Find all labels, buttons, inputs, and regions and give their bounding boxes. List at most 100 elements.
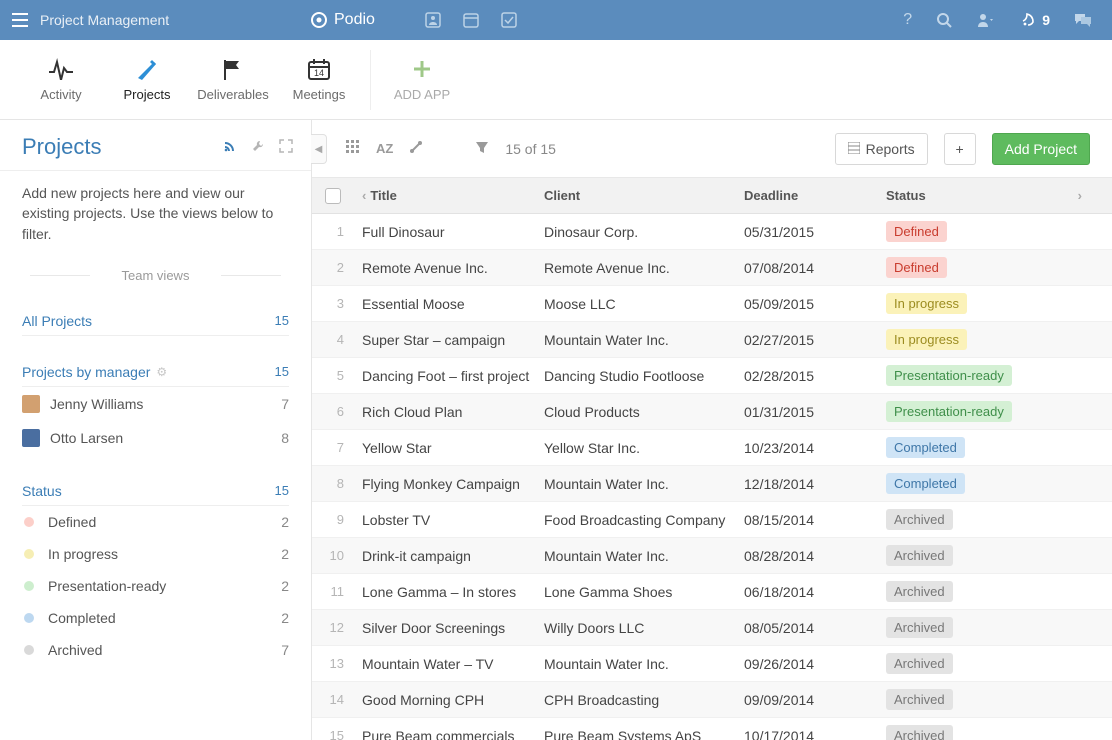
row-deadline: 07/08/2014 [744,260,886,276]
row-status: Archived [886,653,1112,674]
add-project-button[interactable]: Add Project [992,133,1090,165]
view-status[interactable]: Status 15 [22,473,289,506]
status-badge: In progress [886,329,967,350]
row-deadline: 12/18/2014 [744,476,886,492]
workspace-title[interactable]: Project Management [40,12,169,28]
user-menu-icon[interactable] [976,12,996,28]
manager-row[interactable]: Jenny Williams7 [22,387,289,421]
row-number: 10 [312,548,354,563]
table-row[interactable]: 7 Yellow Star Yellow Star Inc. 10/23/201… [312,430,1112,466]
row-number: 13 [312,656,354,671]
tools-icon[interactable] [409,140,423,157]
row-title: Rich Cloud Plan [354,404,544,420]
menu-icon[interactable] [0,13,40,27]
col-client[interactable]: Client [544,188,744,203]
row-status: Archived [886,689,1112,710]
sort-az[interactable]: AZ [376,141,393,156]
toolbar: AZ 15 of 15 Reports + Add Project [312,120,1112,178]
row-client: Yellow Star Inc. [544,440,744,456]
nav-add-app[interactable]: ADD APP [379,47,465,112]
help-icon[interactable]: ? [903,11,912,29]
status-row[interactable]: Presentation-ready2 [22,570,289,602]
status-row[interactable]: Completed2 [22,602,289,634]
nav-deliverables[interactable]: Deliverables [190,47,276,112]
row-deadline: 06/18/2014 [744,584,886,600]
sidebar-description: Add new projects here and view our exist… [0,170,311,258]
row-number: 14 [312,692,354,707]
notifications[interactable]: 9 [1020,12,1050,28]
status-name: Defined [48,514,281,530]
wrench-icon[interactable] [251,139,265,156]
deliverables-icon [222,57,244,81]
row-deadline: 09/09/2014 [744,692,886,708]
tasks-icon[interactable] [501,12,517,28]
view-label: Projects by manager [22,364,150,380]
status-dot [24,645,34,655]
select-all-checkbox[interactable] [325,188,341,204]
collapse-sidebar-icon[interactable]: ◀ [311,134,327,164]
chat-icon[interactable] [1074,12,1092,28]
view-count: 15 [275,313,289,328]
row-title: Flying Monkey Campaign [354,476,544,492]
table-row[interactable]: 6 Rich Cloud Plan Cloud Products 01/31/2… [312,394,1112,430]
expand-icon[interactable] [279,139,293,156]
col-title[interactable]: ‹ Title [354,188,544,203]
row-number: 11 [312,584,354,599]
table-row[interactable]: 5 Dancing Foot – first project Dancing S… [312,358,1112,394]
table-row[interactable]: 1 Full Dinosaur Dinosaur Corp. 05/31/201… [312,214,1112,250]
view-label: Status [22,483,62,499]
reports-button[interactable]: Reports [835,133,928,165]
row-client: Mountain Water Inc. [544,476,744,492]
add-widget-button[interactable]: + [944,133,976,165]
layout-icon[interactable] [346,140,360,157]
table-row[interactable]: 10 Drink-it campaign Mountain Water Inc.… [312,538,1112,574]
status-name: Archived [48,642,281,658]
row-number: 4 [312,332,354,347]
row-client: Dancing Studio Footloose [544,368,744,384]
table-row[interactable]: 9 Lobster TV Food Broadcasting Company 0… [312,502,1112,538]
status-count: 2 [281,578,289,594]
contacts-icon[interactable] [425,12,441,28]
table-row[interactable]: 15 Pure Beam commercials Pure Beam Syste… [312,718,1112,740]
row-client: Mountain Water Inc. [544,548,744,564]
status-name: Completed [48,610,281,626]
table-row[interactable]: 14 Good Morning CPH CPH Broadcasting 09/… [312,682,1112,718]
view-all-projects[interactable]: All Projects 15 [22,303,289,336]
table-row[interactable]: 2 Remote Avenue Inc. Remote Avenue Inc. … [312,250,1112,286]
status-dot [24,613,34,623]
search-icon[interactable] [936,12,952,28]
podio-logo[interactable]: Podio [310,11,375,29]
col-deadline[interactable]: Deadline [744,188,886,203]
status-badge: Archived [886,725,953,740]
table-row[interactable]: 12 Silver Door Screenings Willy Doors LL… [312,610,1112,646]
row-number: 8 [312,476,354,491]
status-count: 2 [281,514,289,530]
nav-meetings[interactable]: 14 Meetings [276,47,362,112]
table-row[interactable]: 13 Mountain Water – TV Mountain Water In… [312,646,1112,682]
manager-row[interactable]: Otto Larsen8 [22,421,289,455]
table-row[interactable]: 11 Lone Gamma – In stores Lone Gamma Sho… [312,574,1112,610]
table-row[interactable]: 3 Essential Moose Moose LLC 05/09/2015 I… [312,286,1112,322]
status-dot [24,581,34,591]
row-title: Full Dinosaur [354,224,544,240]
row-number: 1 [312,224,354,239]
calendar-icon[interactable] [463,12,479,28]
view-by-manager[interactable]: Projects by manager ⚙ 15 [22,354,289,387]
row-client: Moose LLC [544,296,744,312]
gear-icon[interactable]: ⚙ [156,365,167,379]
status-row[interactable]: Defined2 [22,506,289,538]
row-title: Mountain Water – TV [354,656,544,672]
feed-icon[interactable] [223,139,237,156]
filter-icon[interactable] [475,140,489,157]
status-badge: Presentation-ready [886,401,1012,422]
table-row[interactable]: 8 Flying Monkey Campaign Mountain Water … [312,466,1112,502]
row-title: Good Morning CPH [354,692,544,708]
chevron-right-icon: › [1078,188,1082,203]
status-row[interactable]: In progress2 [22,538,289,570]
nav-projects[interactable]: Projects [104,47,190,112]
table-row[interactable]: 4 Super Star – campaign Mountain Water I… [312,322,1112,358]
col-status[interactable]: Status › [886,188,1112,203]
status-row[interactable]: Archived7 [22,634,289,666]
table-header: ‹ Title Client Deadline Status › [312,178,1112,214]
nav-activity[interactable]: Activity [18,47,104,112]
